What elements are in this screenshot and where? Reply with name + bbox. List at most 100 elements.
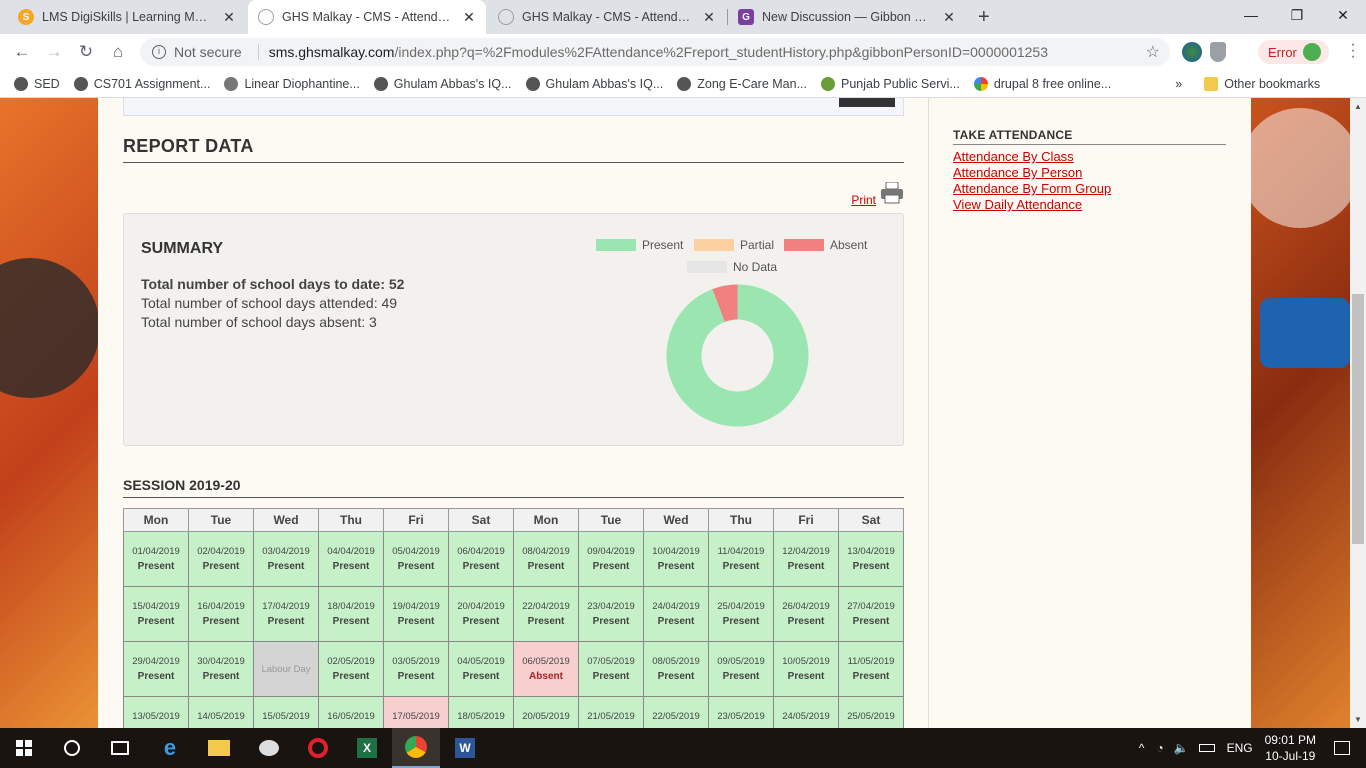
- calendar-day-cell: 22/05/2019: [643, 696, 709, 728]
- summary-panel: SUMMARY Total number of school days to d…: [123, 213, 904, 446]
- back-icon[interactable]: ←: [6, 36, 38, 68]
- sidebar-link-view-daily-attendance[interactable]: View Daily Attendance: [953, 197, 1226, 213]
- bookmark-star-icon[interactable]: ☆: [1146, 42, 1160, 62]
- home-icon[interactable]: ⌂: [102, 36, 134, 68]
- bookmark-item[interactable]: Punjab Public Servi...: [821, 76, 960, 91]
- submit-button[interactable]: [839, 98, 895, 107]
- windows-start-icon[interactable]: [0, 728, 48, 768]
- close-window-icon[interactable]: ✕: [1320, 0, 1366, 30]
- calendar-day-cell: 15/04/2019 Present: [123, 586, 189, 642]
- bookmarks-overflow-button[interactable]: »: [1175, 77, 1182, 91]
- attendance-status: Present: [657, 616, 695, 627]
- printer-icon[interactable]: [880, 182, 904, 204]
- day-header: Fri: [383, 508, 449, 532]
- legend-label: Present: [642, 238, 684, 252]
- calendar-date: 24/04/2019: [652, 601, 700, 612]
- bookmark-item[interactable]: Ghulam Abbas's IQ...: [525, 76, 663, 91]
- calendar-day-cell: 17/04/2019 Present: [253, 586, 319, 642]
- extension-globe-icon[interactable]: [1182, 42, 1202, 62]
- menu-dots-icon[interactable]: · · ·: [1350, 37, 1356, 65]
- notifications-icon[interactable]: [1334, 741, 1350, 755]
- clock[interactable]: 09:01 PM 10-Jul-19: [1265, 732, 1316, 764]
- task-view-icon[interactable]: [96, 728, 144, 768]
- window-controls: — ❐ ✕: [1228, 0, 1366, 30]
- browser-tab[interactable]: GHS Malkay - CMS - Attendance ✕: [488, 0, 726, 34]
- page-scrollbar[interactable]: ▲ ▼: [1350, 98, 1366, 728]
- day-header: Wed: [253, 508, 319, 532]
- file-explorer-icon[interactable]: [195, 728, 243, 768]
- calendar-day-cell: 11/05/2019 Present: [838, 641, 904, 697]
- calendar-week-row: 01/04/2019 Present 02/04/2019 Present 03/04/…: [123, 531, 904, 587]
- attendance-status: Present: [527, 561, 565, 572]
- new-tab-button[interactable]: +: [972, 0, 1002, 34]
- security-indicator[interactable]: i Not secure: [152, 44, 242, 60]
- calendar-date: 06/04/2019: [457, 546, 505, 557]
- info-icon: i: [152, 45, 166, 59]
- bookmark-item[interactable]: Zong E-Care Man...: [677, 76, 807, 91]
- globe-icon: [73, 76, 88, 91]
- search-icon[interactable]: [48, 728, 96, 768]
- day-header: Thu: [708, 508, 774, 532]
- chrome-icon[interactable]: [392, 728, 440, 768]
- bookmark-label: SED: [34, 76, 60, 91]
- word-icon[interactable]: W: [441, 728, 489, 768]
- bookmark-item[interactable]: Ghulam Abbas's IQ...: [373, 76, 512, 91]
- bookmark-item[interactable]: CS701 Assignment...: [73, 76, 210, 91]
- language-indicator[interactable]: ENG: [1227, 741, 1253, 755]
- minimize-icon[interactable]: —: [1228, 0, 1274, 30]
- globe-icon: [373, 76, 388, 91]
- extension-shield-icon[interactable]: [1210, 42, 1226, 62]
- scrollbar-thumb[interactable]: [1352, 294, 1364, 544]
- avatar-icon: [1302, 43, 1321, 61]
- bookmark-item[interactable]: SED: [14, 76, 60, 91]
- address-divider: [257, 44, 259, 60]
- calendar-day-cell: 13/05/2019: [123, 696, 189, 728]
- chevron-up-icon[interactable]: ^: [1139, 741, 1145, 755]
- close-tab-icon[interactable]: ✕: [702, 9, 716, 26]
- other-bookmarks-folder[interactable]: Other bookmarks: [1204, 76, 1320, 91]
- close-tab-icon[interactable]: ✕: [942, 9, 956, 26]
- opera-icon[interactable]: [294, 728, 342, 768]
- attendance-status: Present: [462, 616, 500, 627]
- excel-icon[interactable]: X: [343, 728, 391, 768]
- day-header: Tue: [188, 508, 254, 532]
- calendar-date: 11/05/2019: [847, 656, 895, 667]
- close-tab-icon[interactable]: ✕: [462, 9, 476, 26]
- browser-tab[interactable]: G New Discussion — Gibbon Suppo ✕: [728, 0, 966, 34]
- browser-tab-active[interactable]: GHS Malkay - CMS - Attendance ✕: [248, 0, 486, 34]
- volume-icon[interactable]: 🔈: [1174, 741, 1189, 755]
- bookmark-item[interactable]: drupal 8 free online...: [973, 76, 1111, 91]
- network-icon[interactable]: ◔: [1156, 741, 1163, 755]
- reload-icon[interactable]: ↻: [70, 36, 102, 68]
- calendar-date: 11/04/2019: [717, 546, 765, 557]
- bookmark-item[interactable]: Linear Diophantine...: [224, 76, 360, 91]
- calendar-day-cell: 20/04/2019 Present: [448, 586, 514, 642]
- address-bar[interactable]: i Not secure sms.ghsmalkay.com/index.php?…: [140, 38, 1170, 66]
- day-header: Tue: [578, 508, 644, 532]
- sidebar-link-attendance-by-class[interactable]: Attendance By Class: [953, 149, 1226, 165]
- paint-icon[interactable]: [245, 728, 293, 768]
- calendar-date: 17/04/2019: [262, 601, 310, 612]
- battery-icon[interactable]: [1198, 744, 1215, 752]
- calendar-date: 20/05/2019: [522, 711, 570, 722]
- profile-error-button[interactable]: Error: [1258, 40, 1329, 64]
- edge-icon[interactable]: e: [146, 728, 194, 768]
- calendar-date: 24/05/2019: [782, 711, 830, 722]
- forward-icon[interactable]: →: [38, 36, 70, 68]
- scroll-down-icon[interactable]: ▼: [1354, 715, 1362, 724]
- gear-icon: [224, 76, 239, 91]
- close-tab-icon[interactable]: ✕: [222, 9, 236, 26]
- maximize-icon[interactable]: ❐: [1274, 0, 1320, 30]
- sidebar-link-attendance-by-person[interactable]: Attendance By Person: [953, 165, 1226, 181]
- scroll-up-icon[interactable]: ▲: [1354, 102, 1362, 111]
- legend-swatch: [694, 239, 734, 251]
- calendar-date: 15/05/2019: [262, 711, 310, 722]
- attendance-status: Present: [852, 671, 890, 682]
- print-link[interactable]: Print: [851, 193, 876, 207]
- calendar-day-cell: 19/04/2019 Present: [383, 586, 449, 642]
- calendar-day-cell: 11/04/2019 Present: [708, 531, 774, 587]
- browser-tab[interactable]: S LMS DigiSkills | Learning Manage ✕: [8, 0, 246, 34]
- attendance-status: Present: [137, 671, 175, 682]
- sidebar-link-attendance-by-form-group[interactable]: Attendance By Form Group: [953, 181, 1226, 197]
- calendar-day-cell: 08/04/2019 Present: [513, 531, 579, 587]
